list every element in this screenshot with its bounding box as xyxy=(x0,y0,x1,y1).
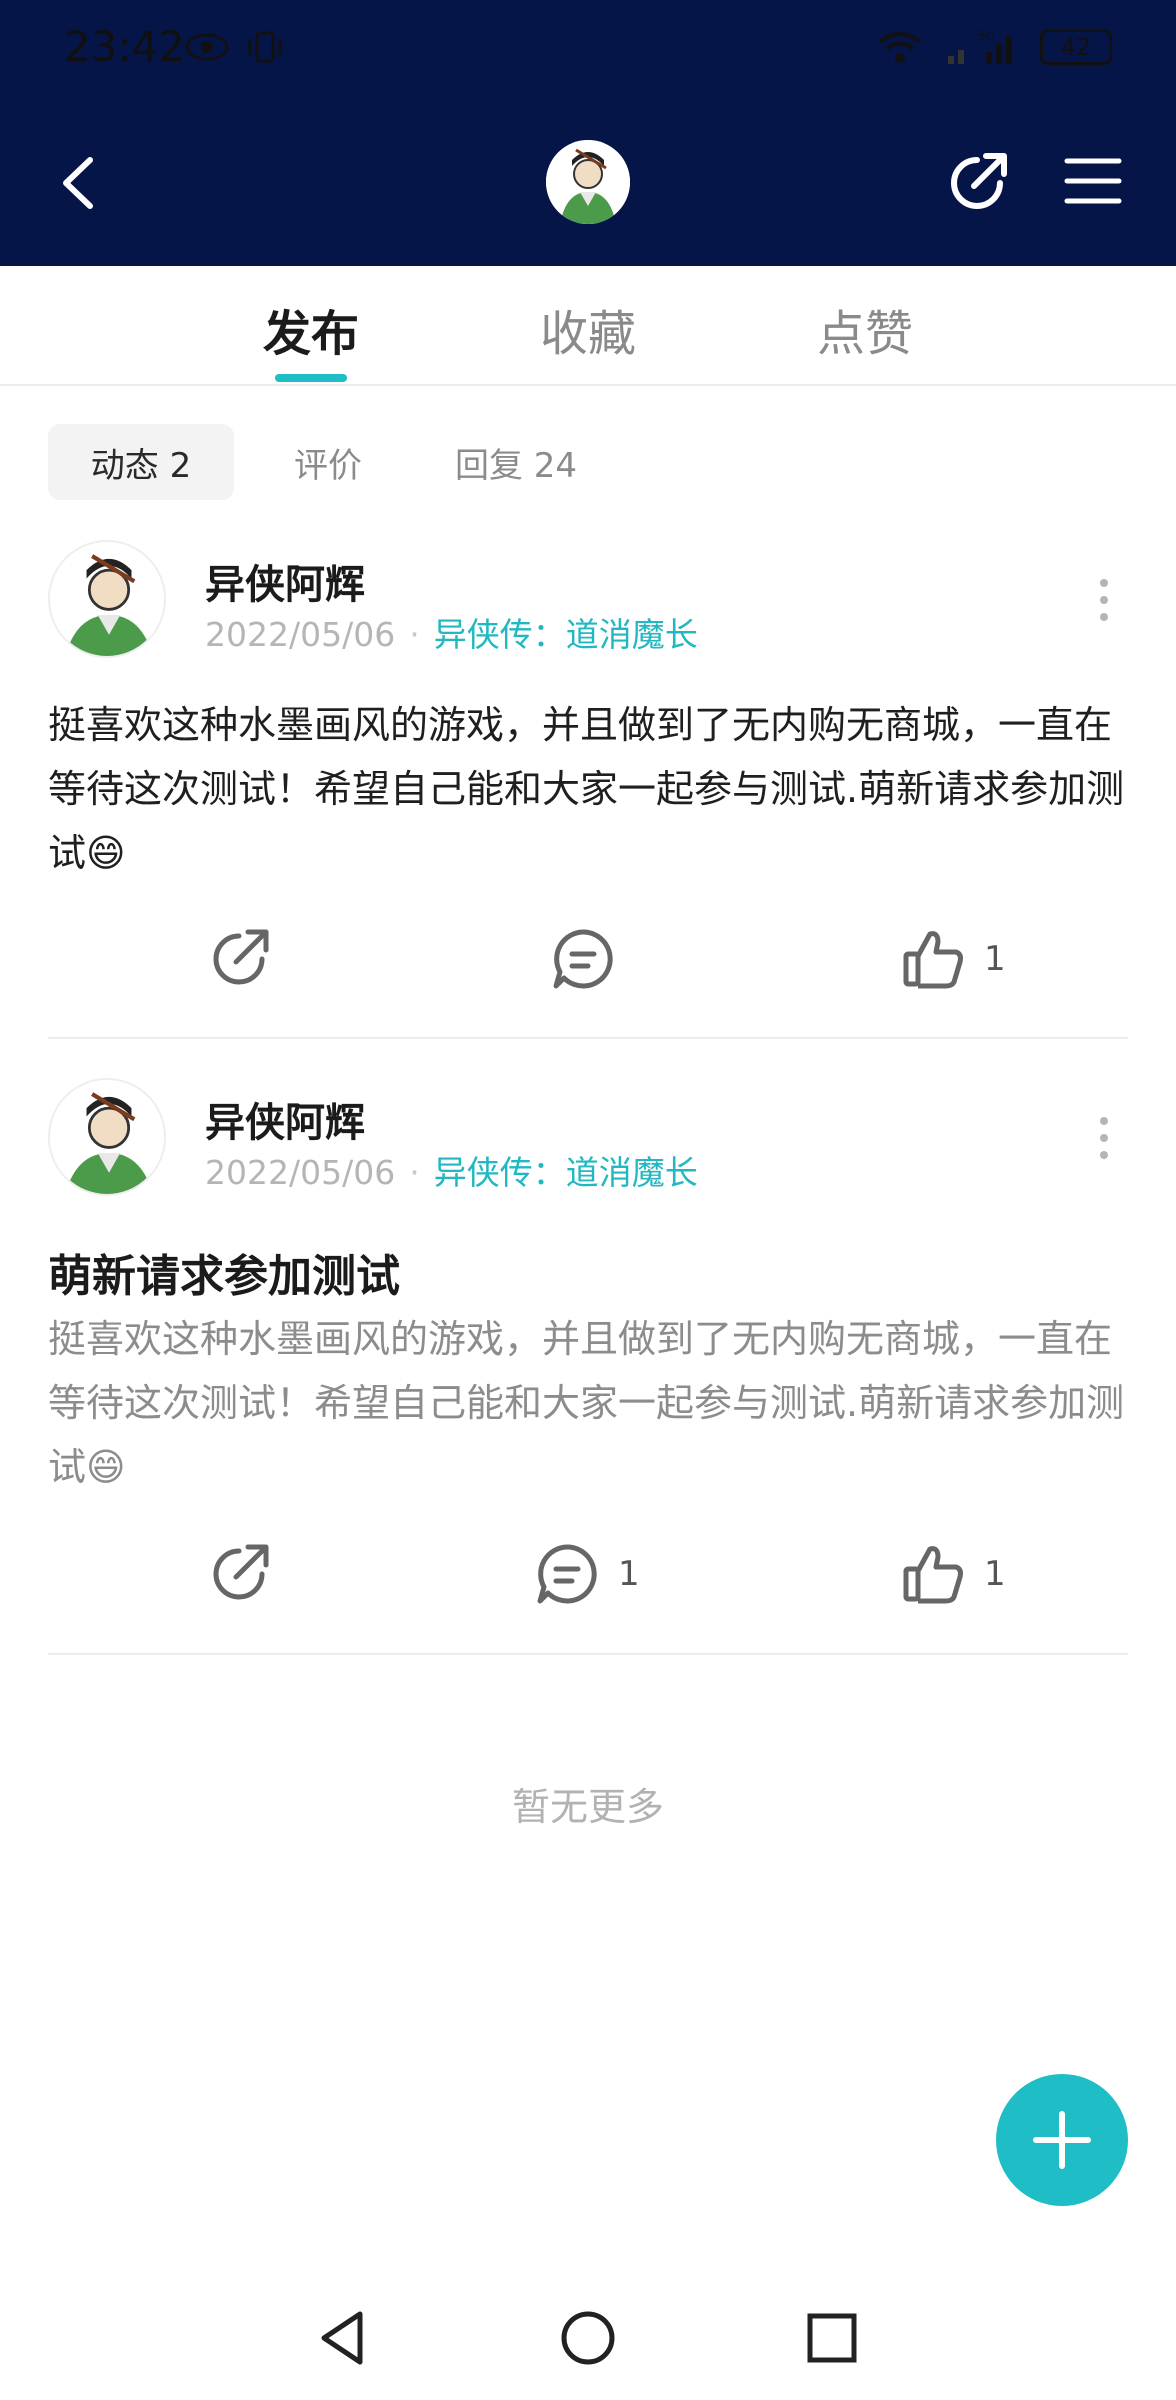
status-bar: 23:42 5G 42 xyxy=(0,0,1176,100)
meta-separator: · xyxy=(409,1153,420,1192)
share-action[interactable] xyxy=(206,1541,272,1607)
like-action[interactable]: 1 xyxy=(900,926,1006,992)
post-body: 挺喜欢这种水墨画风的游戏，并且做到了无内购无商城，一直在等待这次测试！希望自己能… xyxy=(48,1317,1125,1489)
thumbs-up-icon xyxy=(903,931,963,989)
battery-level: 42 xyxy=(1060,33,1092,61)
back-chevron-icon[interactable] xyxy=(50,150,110,216)
post-game-link[interactable]: 异侠传：道消魔长 xyxy=(434,1153,698,1192)
system-recents-icon[interactable] xyxy=(802,2308,862,2368)
subtab-replies[interactable]: 回复 24 xyxy=(436,424,596,500)
system-nav-bar xyxy=(0,2290,1176,2380)
meta-separator: · xyxy=(409,615,420,654)
tab-likes[interactable]: 点赞 xyxy=(817,294,913,364)
eye-icon xyxy=(185,33,229,61)
share-icon xyxy=(213,929,269,985)
post-date: 2022/05/06 xyxy=(205,615,396,654)
subtab-reviews[interactable]: 评价 xyxy=(270,424,386,500)
header-avatar[interactable] xyxy=(546,140,630,224)
main-tabs: 发布 收藏 点赞 xyxy=(0,266,1176,386)
ink-portrait-icon xyxy=(546,140,630,224)
status-time: 23:42 xyxy=(64,22,186,71)
comment-icon xyxy=(553,929,613,989)
thumbs-up-icon xyxy=(903,1546,963,1604)
more-options-icon[interactable] xyxy=(1092,575,1116,625)
battery-icon: 42 xyxy=(1040,29,1112,65)
signal-icon: 5G xyxy=(948,29,1012,64)
comment-action[interactable] xyxy=(550,926,634,992)
comment-action[interactable]: 1 xyxy=(534,1541,640,1607)
tab-publish[interactable]: 发布 xyxy=(263,294,359,364)
top-header: 23:42 5G 42 xyxy=(0,0,1176,266)
post-username[interactable]: 异侠阿辉 xyxy=(205,552,365,610)
network-label: 5G xyxy=(978,29,995,43)
plus-icon xyxy=(1033,2111,1091,2169)
status-left-icons xyxy=(184,30,288,64)
status-right-icons: 5G 42 xyxy=(876,28,1112,66)
post-title: 萌新请求参加测试 xyxy=(48,1251,400,1302)
active-tab-indicator xyxy=(275,374,347,382)
system-home-icon[interactable] xyxy=(558,2308,618,2368)
post-meta: 2022/05/06 · 异侠传：道消魔长 xyxy=(205,1146,698,1194)
ink-portrait-icon xyxy=(50,542,164,656)
post-body: 挺喜欢这种水墨画风的游戏，并且做到了无内购无商城，一直在等待这次测试！希望自己能… xyxy=(48,703,1125,875)
post-avatar[interactable] xyxy=(48,1078,166,1196)
post-meta: 2022/05/06 · 异侠传：道消魔长 xyxy=(205,608,698,656)
create-post-button[interactable] xyxy=(996,2074,1128,2206)
post-avatar[interactable] xyxy=(48,540,166,658)
system-back-icon[interactable] xyxy=(312,2308,372,2368)
post-divider xyxy=(48,1653,1128,1655)
share-action[interactable] xyxy=(206,926,272,992)
vibrate-icon xyxy=(248,31,282,63)
tab-favorites[interactable]: 收藏 xyxy=(540,294,636,364)
like-count: 1 xyxy=(984,1554,1006,1594)
post-game-link[interactable]: 异侠传：道消魔长 xyxy=(434,615,698,654)
subtab-activity[interactable]: 动态 2 xyxy=(48,424,234,500)
post-divider xyxy=(48,1037,1128,1039)
comment-count: 1 xyxy=(618,1554,640,1594)
post-username[interactable]: 异侠阿辉 xyxy=(205,1090,365,1148)
share-icon xyxy=(213,1544,269,1600)
ink-portrait-icon xyxy=(50,1080,164,1194)
comment-icon xyxy=(537,1544,597,1604)
post-date: 2022/05/06 xyxy=(205,1153,396,1192)
like-count: 1 xyxy=(984,939,1006,979)
like-action[interactable]: 1 xyxy=(900,1541,1006,1607)
no-more-text: 暂无更多 xyxy=(511,1785,664,1829)
more-options-icon[interactable] xyxy=(1092,1113,1116,1163)
wifi-icon xyxy=(878,32,922,63)
share-icon[interactable] xyxy=(944,150,1010,216)
hamburger-menu-icon[interactable] xyxy=(1064,156,1122,206)
